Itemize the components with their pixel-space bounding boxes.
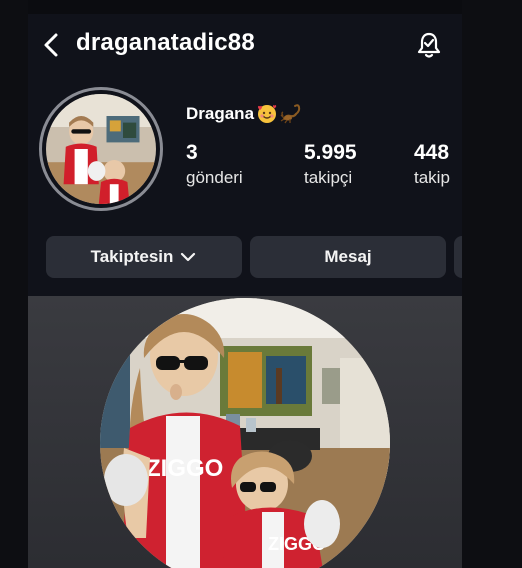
followers-stat[interactable]: 5.995 takipçi <box>304 140 357 190</box>
posts-count: 3 <box>186 141 198 164</box>
posts-stat[interactable]: 3 gönderi <box>186 140 243 190</box>
svg-text:ZIGGO: ZIGGO <box>146 455 223 482</box>
following-label: takip <box>414 168 450 187</box>
story-photo: ZIGGO ZIGGO <box>100 298 390 568</box>
notifications-button[interactable] <box>412 28 446 62</box>
back-button[interactable] <box>34 28 68 62</box>
posts-label: gönderi <box>186 168 243 187</box>
chevron-left-icon <box>44 33 58 57</box>
display-name-text: Dragana <box>186 104 255 123</box>
profile-avatar-ring[interactable] <box>39 87 163 211</box>
following-stat[interactable]: 448 takip <box>414 140 450 190</box>
following-button[interactable]: Takiptesin <box>46 236 242 278</box>
left-border <box>0 0 28 568</box>
suggested-users-button[interactable] <box>454 236 462 278</box>
smiling-face-with-hearts-emoji <box>258 105 277 123</box>
right-border <box>462 0 522 568</box>
message-button[interactable]: Mesaj <box>250 236 446 278</box>
followers-count: 5.995 <box>304 141 357 164</box>
post-image[interactable]: ZIGGO ZIGGO <box>28 296 462 568</box>
message-button-label: Mesaj <box>324 247 372 266</box>
top-bar: draganatadic88 <box>28 14 462 76</box>
following-count: 448 <box>414 141 450 164</box>
profile-display-name: Dragana <box>186 103 304 125</box>
following-button-label: Takiptesin <box>90 247 174 266</box>
chevron-down-icon <box>181 252 196 262</box>
profile-screen: draganatadic88 Dragana 3 gönderi 5.995 t… <box>28 14 462 568</box>
bell-icon <box>417 32 441 58</box>
followers-label: takipçi <box>304 168 353 187</box>
scorpion-emoji <box>280 104 301 124</box>
profile-username: draganatadic88 <box>76 29 255 56</box>
avatar <box>46 94 156 204</box>
